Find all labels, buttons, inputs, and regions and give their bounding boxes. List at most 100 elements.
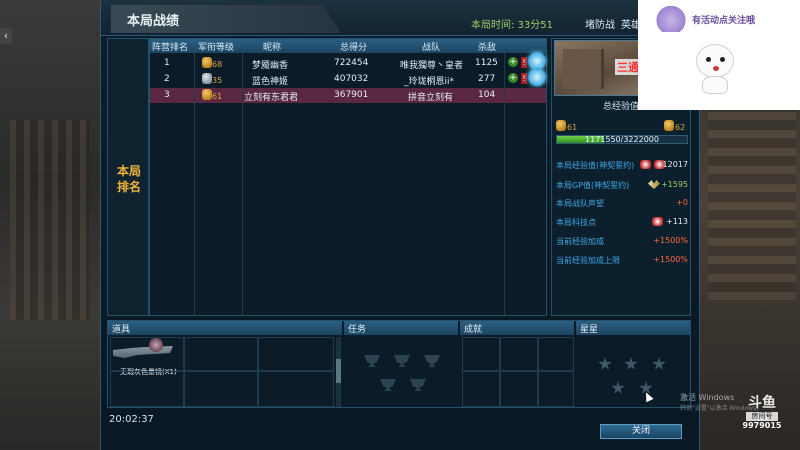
level-to: 62 (675, 123, 686, 132)
exp-progress-text: 1171550/3222000 (585, 135, 659, 144)
star-icon (611, 381, 625, 394)
trophy-icon (394, 355, 410, 367)
row-team: _玲珑桐恩ii* (404, 77, 455, 87)
item-slot[interactable] (258, 337, 334, 371)
stat-label: 本局经验值(神契誓约) (556, 161, 635, 170)
douyu-logo: 斗鱼 (748, 395, 776, 411)
rewards-area: 道具 任务 成就 星星 无瑕灰色墨镜(X1) (107, 320, 691, 408)
close-button[interactable]: 关闭 (600, 424, 682, 439)
title-bar: 本局战绩 本局时间: 33分51 堵防战 英雄 (101, 0, 701, 36)
stat-row-tech: 本局科技点 +113 (554, 214, 690, 230)
achievement-slot[interactable] (538, 371, 574, 407)
page-title: 本局战绩 (127, 14, 180, 29)
item-slot[interactable] (110, 337, 184, 371)
stat-row-gp: 本局GP值(神契誓约) +1595 (554, 177, 690, 193)
activate-windows-text: 激活 Windows (680, 393, 735, 402)
row-level: 35 (212, 76, 223, 85)
column-divider (242, 53, 243, 315)
stat-label: 当前经验加成 (556, 237, 604, 246)
tech-point-icon (652, 217, 663, 226)
scrollbar-thumb[interactable] (336, 359, 341, 383)
column-divider (504, 53, 505, 315)
mascot-icon (694, 44, 736, 96)
achievement-slot[interactable] (500, 337, 538, 371)
character-icon (149, 338, 163, 352)
header-rank-level: 军衔等级 (198, 43, 235, 53)
report-button[interactable]: ! (521, 57, 527, 68)
achievement-slot[interactable] (462, 371, 500, 407)
table-row[interactable]: 3 61 立刻有东君君 367901 拼音立刻有 104 (150, 88, 546, 103)
row-rank: 1 (164, 58, 170, 68)
stream-overlay: 有活动点关注哦 (638, 0, 800, 110)
gold-rank-icon (664, 120, 674, 131)
item-slot[interactable] (184, 371, 258, 407)
header-total-score: 总得分 (340, 43, 368, 53)
row-kills: 104 (478, 90, 496, 100)
overlay-text: 有活动点关注哦 (692, 16, 756, 26)
stars-header-label: 星星 (580, 325, 599, 335)
items-header-label: 道具 (112, 325, 131, 335)
stream-watermark: 斗鱼 房间号 9979015 (742, 392, 782, 436)
achievements-header: 成就 (460, 321, 574, 335)
game-mode: 堵防战 (585, 20, 615, 31)
table-header: 阵营排名 军衔等级 昵称 总得分 战队 杀敌 (150, 39, 546, 53)
trophy-icon (410, 379, 426, 391)
items-scrollbar[interactable] (336, 337, 341, 407)
chevron-left-icon[interactable]: ‹ (0, 28, 12, 44)
row-score: 407032 (334, 74, 369, 84)
trophy-icon (380, 379, 396, 391)
ranking-side-tab[interactable]: 本局排名 (107, 38, 149, 316)
scoreboard-table: 阵营排名 军衔等级 昵称 总得分 战队 杀敌 1 68 梦魇幽香 722454 … (149, 38, 547, 316)
stat-row-exp-bonus-cap: 当前经验加成上限 +1500% (554, 252, 690, 268)
match-time: 本局时间: 33分51 (471, 20, 553, 31)
mascot-eye (706, 57, 711, 62)
header-kills: 杀敌 (478, 43, 497, 53)
achievement-slot[interactable] (538, 337, 574, 371)
row-team: 唯我獨尊丶皇者 (400, 61, 464, 71)
star-icon (624, 357, 638, 370)
row-nickname: 梦魇幽香 (252, 61, 289, 71)
stat-value: +1595 (660, 180, 688, 189)
ranking-side-label: 本局排名 (116, 164, 141, 194)
stat-label: 本局GP值(神契誓约) (556, 181, 630, 190)
gold-rank-icon (556, 120, 566, 131)
add-friend-button[interactable]: + (508, 57, 518, 67)
table-row[interactable]: 2 35 蓝色神姬 407032 _玲珑桐恩ii* 277 + ! (150, 68, 546, 87)
header-nickname: 昵称 (263, 43, 282, 53)
header-camp-rank: 阵营排名 (152, 43, 189, 53)
star-icon (598, 357, 612, 370)
stat-label: 本局科技点 (556, 218, 596, 227)
row-level: 68 (212, 60, 223, 69)
row-rank: 2 (164, 74, 170, 84)
stars-header: 星星 (576, 321, 690, 335)
item-slot[interactable] (184, 337, 258, 371)
exp-progress-bar: 1171550/3222000 (556, 135, 688, 144)
achievement-slot[interactable] (462, 337, 500, 371)
gold-rank-icon (202, 57, 212, 68)
avatar (654, 6, 688, 32)
achievement-slot[interactable] (500, 371, 538, 407)
add-friend-button[interactable]: + (508, 73, 518, 83)
trophy-icon (364, 355, 380, 367)
mascot-eye (720, 57, 725, 62)
column-divider (194, 53, 195, 315)
achievements-header-label: 成就 (464, 325, 483, 335)
item-slot[interactable] (110, 371, 184, 407)
row-rank: 3 (164, 90, 170, 100)
profile-button[interactable] (528, 68, 546, 86)
stat-row-prestige: 本局战队声望 +0 (554, 195, 690, 211)
bonus-badge-icon (640, 160, 651, 169)
row-score: 722454 (334, 58, 369, 68)
trophy-icon (424, 355, 440, 367)
report-button[interactable]: ! (521, 73, 527, 84)
mascot-mouth (713, 66, 719, 71)
tasks-header: 任务 (344, 321, 458, 335)
stat-value: 12017 (662, 160, 688, 169)
item-slot[interactable] (258, 371, 334, 407)
sunglasses-item-icon (113, 346, 173, 358)
items-header: 道具 (108, 321, 342, 335)
stat-row-exp: 本局经验值(神契誓约) 12017 (554, 157, 690, 173)
game-background-left (0, 0, 100, 450)
table-row[interactable]: 1 68 梦魇幽香 722454 唯我獨尊丶皇者 1125 + ! (150, 52, 546, 71)
stat-label: 当前经验加成上限 (556, 256, 620, 265)
